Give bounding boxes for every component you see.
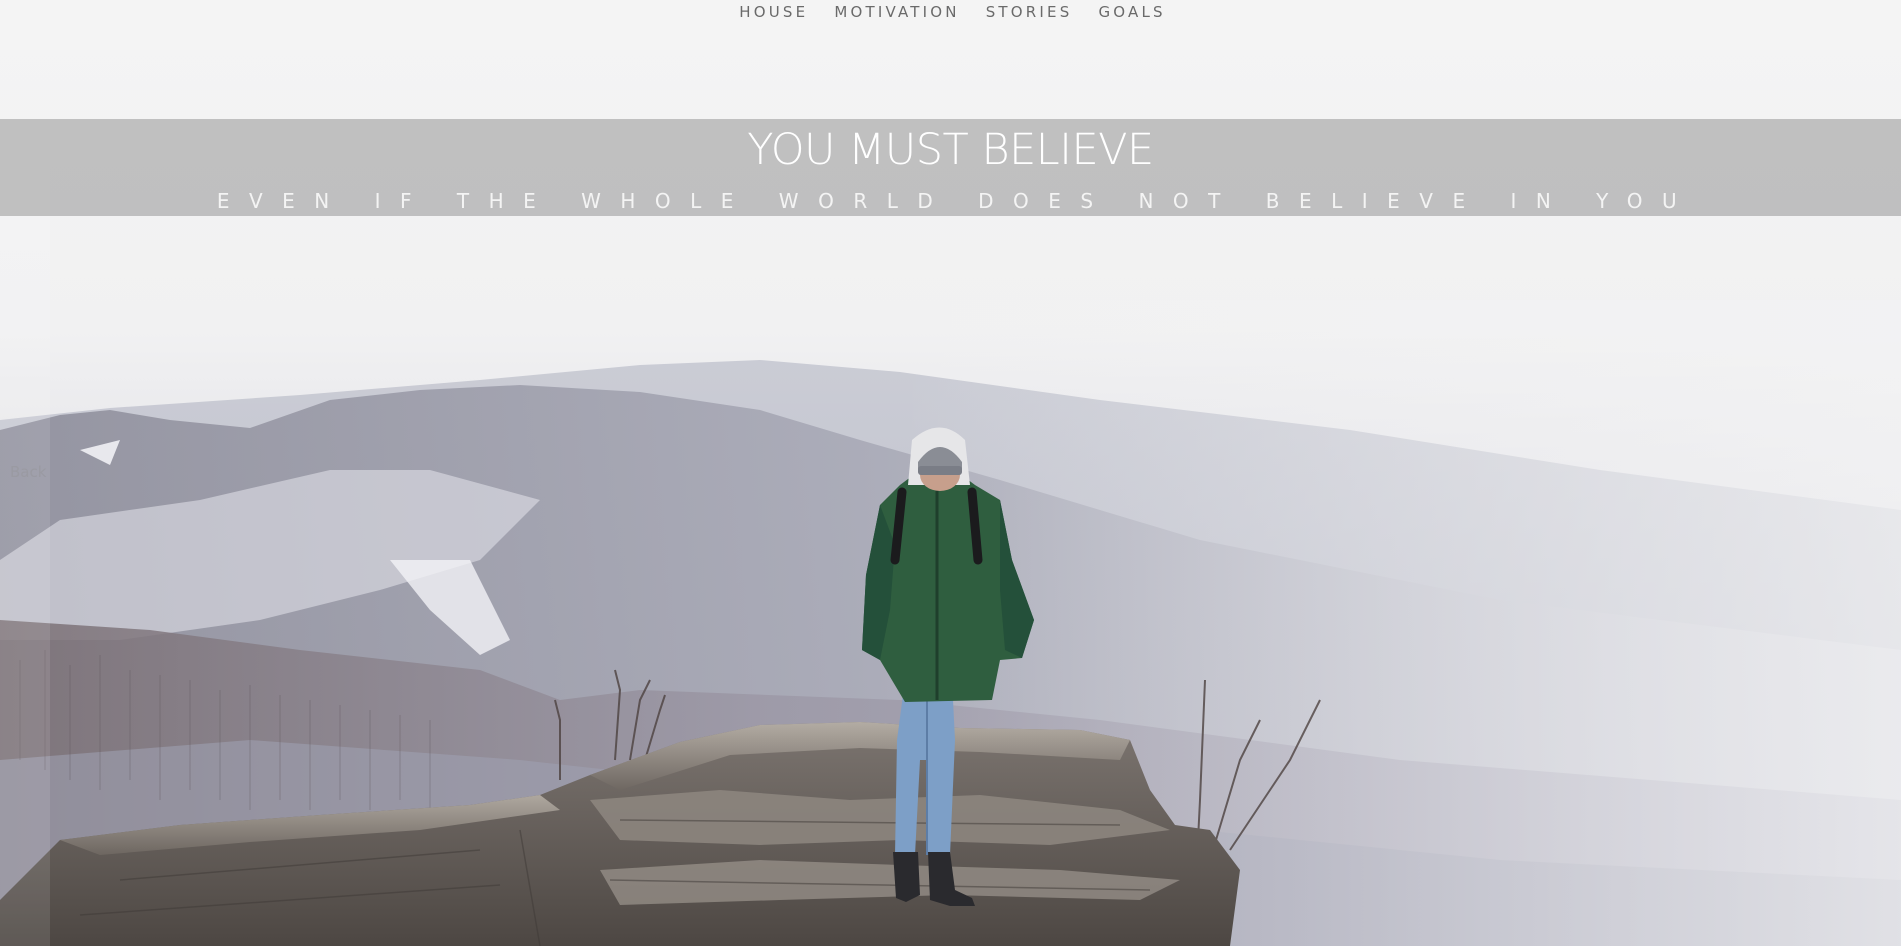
sidebar-strip [0,119,50,946]
nav-item-motivation[interactable]: MOTIVATION [834,3,959,21]
nav-item-goals[interactable]: GOALS [1098,3,1165,21]
hero-subtitle: EVEN IF THE WHOLE WORLD DOES NOT BELIEVE… [216,189,1697,213]
hero-title: YOU MUST BELIEVE [747,125,1154,175]
top-nav: HOUSE MOTIVATION STORIES GOALS [0,0,1901,24]
back-link[interactable]: Back [10,463,46,481]
nav-item-house[interactable]: HOUSE [739,3,808,21]
nav-item-stories[interactable]: STORIES [986,3,1073,21]
hero-banner: YOU MUST BELIEVE EVEN IF THE WHOLE WORLD… [0,119,1901,216]
page: Back HOUSE MOTIVATION STORIES GOALS YOU … [0,0,1901,946]
